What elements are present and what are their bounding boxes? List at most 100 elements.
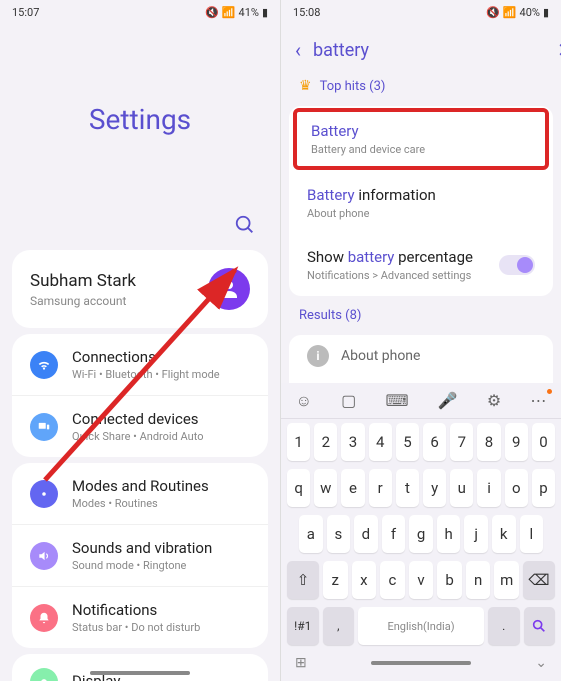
setting-connected-devices[interactable]: Connected devices Quick Share • Android … bbox=[12, 395, 268, 457]
key-a[interactable]: a bbox=[299, 515, 323, 553]
setting-sub: Quick Share • Android Auto bbox=[72, 430, 203, 443]
setting-display[interactable]: Display bbox=[12, 654, 268, 681]
key-9[interactable]: 9 bbox=[505, 423, 528, 461]
key-4[interactable]: 4 bbox=[369, 423, 392, 461]
emoji-button[interactable]: ☺ bbox=[296, 391, 312, 411]
text-button[interactable]: ⌨ bbox=[385, 391, 408, 410]
key-5[interactable]: 5 bbox=[396, 423, 419, 461]
key-l[interactable]: l bbox=[520, 515, 544, 553]
key-x[interactable]: x bbox=[352, 561, 377, 599]
back-button[interactable]: ‹ bbox=[295, 38, 301, 62]
settings-screen: 15:07 🔇 📶 41% ▮ Settings Subham Stark Sa… bbox=[0, 0, 281, 681]
key-k[interactable]: k bbox=[492, 515, 516, 553]
settings-group-1: Connections Wi-Fi • Bluetooth • Flight m… bbox=[12, 334, 268, 457]
search-input[interactable] bbox=[313, 40, 541, 61]
mic-button[interactable]: 🎤 bbox=[438, 391, 458, 410]
search-header: ‹ ✕ ⋮ bbox=[281, 24, 561, 70]
key-2[interactable]: 2 bbox=[314, 423, 337, 461]
space-key[interactable]: English(India) bbox=[358, 607, 484, 645]
crown-icon: ♛ bbox=[299, 78, 312, 94]
nav-handle[interactable] bbox=[90, 671, 190, 675]
setting-sub: Modes • Routines bbox=[72, 497, 209, 510]
setting-connections[interactable]: Connections Wi-Fi • Bluetooth • Flight m… bbox=[12, 334, 268, 395]
shift-key[interactable]: ⇧ bbox=[287, 561, 319, 599]
avatar[interactable] bbox=[208, 268, 250, 310]
key-o[interactable]: o bbox=[505, 469, 528, 507]
key-d[interactable]: d bbox=[354, 515, 378, 553]
keyboard-collapse[interactable]: ⌄ bbox=[535, 655, 547, 671]
key-q[interactable]: q bbox=[287, 469, 310, 507]
setting-sub: Status bar • Do not disturb bbox=[72, 621, 200, 634]
settings-button[interactable]: ⚙ bbox=[487, 391, 501, 410]
key-0[interactable]: 0 bbox=[532, 423, 555, 461]
settings-group-3: Display bbox=[12, 654, 268, 681]
key-3[interactable]: 3 bbox=[341, 423, 364, 461]
key-t[interactable]: t bbox=[396, 469, 419, 507]
key-c[interactable]: c bbox=[380, 561, 405, 599]
key-6[interactable]: 6 bbox=[423, 423, 446, 461]
toggle-battery-percentage[interactable] bbox=[499, 255, 535, 275]
key-r[interactable]: r bbox=[369, 469, 392, 507]
key-v[interactable]: v bbox=[409, 561, 434, 599]
search-results-screen: 15:08 🔇 📶 40% ▮ ‹ ✕ ⋮ ♛ Top hits (3) Bat… bbox=[281, 0, 561, 681]
keyboard: ☺ ▢ ⌨ 🎤 ⚙ ⋯ 1234567890 qwertyuiop asdfgh… bbox=[281, 383, 561, 681]
setting-sub: Sound mode • Ringtone bbox=[72, 559, 212, 572]
key-g[interactable]: g bbox=[409, 515, 433, 553]
key-8[interactable]: 8 bbox=[477, 423, 500, 461]
sound-icon bbox=[30, 542, 58, 570]
key-f[interactable]: f bbox=[382, 515, 406, 553]
search-key[interactable] bbox=[524, 607, 556, 645]
status-time: 15:07 bbox=[12, 6, 39, 19]
more-tools-button[interactable]: ⋯ bbox=[530, 391, 546, 410]
setting-modes[interactable]: Modes and Routines Modes • Routines bbox=[12, 463, 268, 524]
symbols-key[interactable]: !#1 bbox=[287, 607, 319, 645]
setting-sounds[interactable]: Sounds and vibration Sound mode • Ringto… bbox=[12, 524, 268, 586]
key-u[interactable]: u bbox=[450, 469, 473, 507]
profile-sub: Samsung account bbox=[30, 294, 136, 308]
top-hits-list: Battery Battery and device care Battery … bbox=[289, 106, 553, 296]
clear-button[interactable]: ✕ bbox=[553, 38, 561, 62]
search-icon[interactable] bbox=[234, 214, 256, 236]
mute-icon: 🔇 bbox=[486, 6, 500, 19]
setting-sub: Wi-Fi • Bluetooth • Flight mode bbox=[72, 368, 220, 381]
key-n[interactable]: n bbox=[466, 561, 491, 599]
period-key[interactable]: . bbox=[488, 607, 520, 645]
battery-text: 41% bbox=[239, 6, 259, 19]
keyboard-row-1: qwertyuiop bbox=[281, 465, 561, 511]
key-b[interactable]: b bbox=[437, 561, 462, 599]
key-e[interactable]: e bbox=[341, 469, 364, 507]
key-7[interactable]: 7 bbox=[450, 423, 473, 461]
result-about-phone[interactable]: i About phone bbox=[289, 335, 553, 377]
key-w[interactable]: w bbox=[314, 469, 337, 507]
key-m[interactable]: m bbox=[494, 561, 519, 599]
key-1[interactable]: 1 bbox=[287, 423, 310, 461]
status-indicators: 🔇 📶 41% ▮ bbox=[205, 6, 268, 19]
setting-title: Notifications bbox=[72, 601, 200, 619]
comma-key[interactable]: , bbox=[323, 607, 355, 645]
status-bar: 15:07 🔇 📶 41% ▮ bbox=[0, 0, 280, 24]
profile-name: Subham Stark bbox=[30, 271, 136, 291]
key-y[interactable]: y bbox=[423, 469, 446, 507]
keyboard-bottom-bar: ⊞ ⌄ bbox=[281, 649, 561, 681]
setting-title: Sounds and vibration bbox=[72, 539, 212, 557]
nav-handle[interactable] bbox=[371, 661, 471, 665]
setting-title: Modes and Routines bbox=[72, 477, 209, 495]
setting-notifications[interactable]: Notifications Status bar • Do not distur… bbox=[12, 586, 268, 648]
profile-card[interactable]: Subham Stark Samsung account bbox=[12, 250, 268, 328]
key-i[interactable]: i bbox=[477, 469, 500, 507]
top-hits-label: Top hits (3) bbox=[320, 79, 386, 94]
result-battery-percentage[interactable]: Show battery percentage Notifications > … bbox=[289, 234, 553, 296]
key-z[interactable]: z bbox=[323, 561, 348, 599]
notifications-icon bbox=[30, 604, 58, 632]
key-p[interactable]: p bbox=[532, 469, 555, 507]
key-s[interactable]: s bbox=[327, 515, 351, 553]
clipboard-button[interactable]: ▢ bbox=[341, 391, 356, 410]
result-battery-info[interactable]: Battery information About phone bbox=[289, 172, 553, 234]
backspace-key[interactable]: ⌫ bbox=[523, 561, 555, 599]
keyboard-switcher[interactable]: ⊞ bbox=[295, 655, 307, 671]
key-h[interactable]: h bbox=[437, 515, 461, 553]
devices-icon bbox=[30, 413, 58, 441]
result-battery[interactable]: Battery Battery and device care bbox=[293, 108, 549, 170]
person-icon bbox=[217, 277, 241, 301]
key-j[interactable]: j bbox=[464, 515, 488, 553]
